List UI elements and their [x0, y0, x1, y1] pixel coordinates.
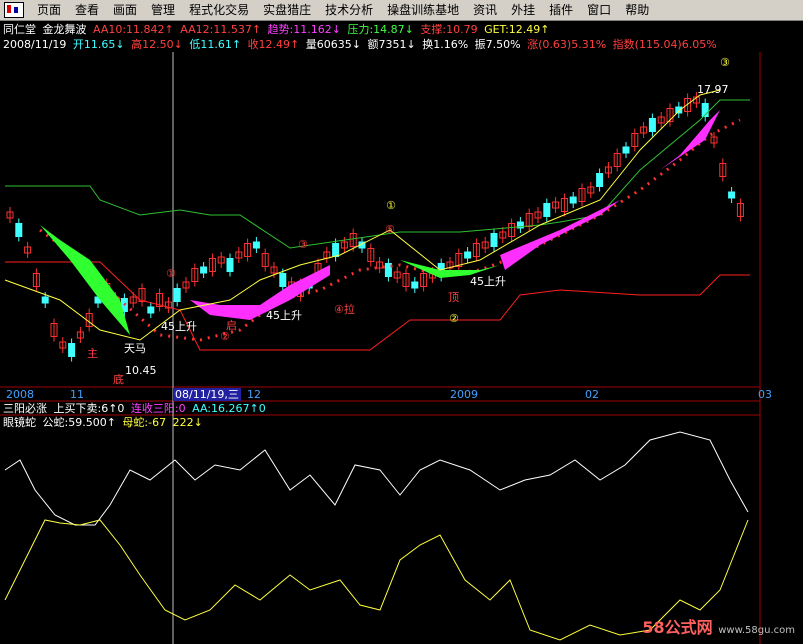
- sub1-name[interactable]: 三阳必涨: [3, 402, 47, 415]
- female-snake-line: [4, 519, 749, 641]
- watermark: 58公式网 www.58gu.com: [642, 618, 795, 637]
- candle-body: [226, 258, 234, 272]
- date-label-2008: 2008: [6, 388, 34, 401]
- sub2-info-line: 眼镜蛇 公蛇:59.500↑ 母蛇:-67 222↓: [3, 416, 203, 430]
- candle-body: [147, 306, 155, 314]
- candle-body: [728, 191, 736, 199]
- circle-2-label: ②: [449, 312, 459, 325]
- candle-body: [543, 203, 551, 217]
- candle-body: [200, 266, 208, 274]
- ding-label: 顶: [448, 291, 459, 304]
- male-snake-line: [4, 431, 749, 526]
- magenta-band-2: [500, 110, 720, 270]
- low-price-label: 10.45: [125, 364, 157, 377]
- circle-1-label: ①: [386, 199, 396, 212]
- candle-body: [464, 251, 472, 259]
- kline-chart[interactable]: [0, 0, 803, 644]
- date-label-03: 03: [758, 388, 772, 401]
- tianma-label: 天马: [124, 342, 146, 355]
- candle-body: [675, 106, 683, 114]
- sub2-value: 222↓: [172, 416, 203, 429]
- bottom-label: 底: [113, 373, 124, 386]
- sub1-three-yang: 连收三阳:0: [130, 402, 186, 415]
- rise45-label-2: 45上升: [266, 309, 302, 322]
- candle-body: [569, 196, 577, 204]
- rise45-label-1: 45上升: [161, 320, 197, 333]
- candle-body: [252, 241, 260, 249]
- sub2-male: 公蛇:59.500↑: [42, 416, 116, 429]
- candle-body: [648, 118, 656, 132]
- candle-body: [15, 223, 23, 237]
- date-label-12: 12: [247, 388, 261, 401]
- sub1-aa: AA:16.267↑0: [192, 402, 266, 415]
- candle-body: [173, 288, 181, 302]
- candle-body: [622, 146, 630, 154]
- date-label-11: 11: [70, 388, 84, 401]
- red-circle-3: ③: [298, 238, 308, 251]
- candle-body: [596, 173, 604, 187]
- zhu-label: 主: [87, 347, 98, 360]
- red-circle-1: ①: [166, 267, 176, 280]
- high-price-label: 17.97: [697, 83, 729, 96]
- candle-body: [332, 243, 340, 257]
- cursor-date: 08/11/19,三: [173, 388, 241, 401]
- candle-body: [279, 273, 287, 287]
- qi-label: 启: [226, 319, 237, 332]
- candle-body: [411, 281, 419, 289]
- red-circle-4: ④拉: [334, 303, 355, 316]
- sub1-buy-sell: 上买下卖:6↑0: [53, 402, 125, 415]
- candle-body: [490, 233, 498, 247]
- pressure-line: [5, 99, 750, 249]
- rise45-label-3: 45上升: [470, 275, 506, 288]
- red-circle-5: ⑤: [385, 223, 395, 236]
- sub2-name[interactable]: 眼镜蛇: [3, 416, 36, 429]
- circle-3-label: ③: [720, 56, 730, 69]
- candle-body: [68, 343, 76, 357]
- candle-body: [41, 296, 49, 304]
- date-label-2009: 2009: [450, 388, 478, 401]
- sub1-info-line: 三阳必涨 上买下卖:6↑0 连收三阳:0 AA:16.267↑0: [3, 402, 266, 416]
- sub2-female: 母蛇:-67: [122, 416, 167, 429]
- date-label-02: 02: [585, 388, 599, 401]
